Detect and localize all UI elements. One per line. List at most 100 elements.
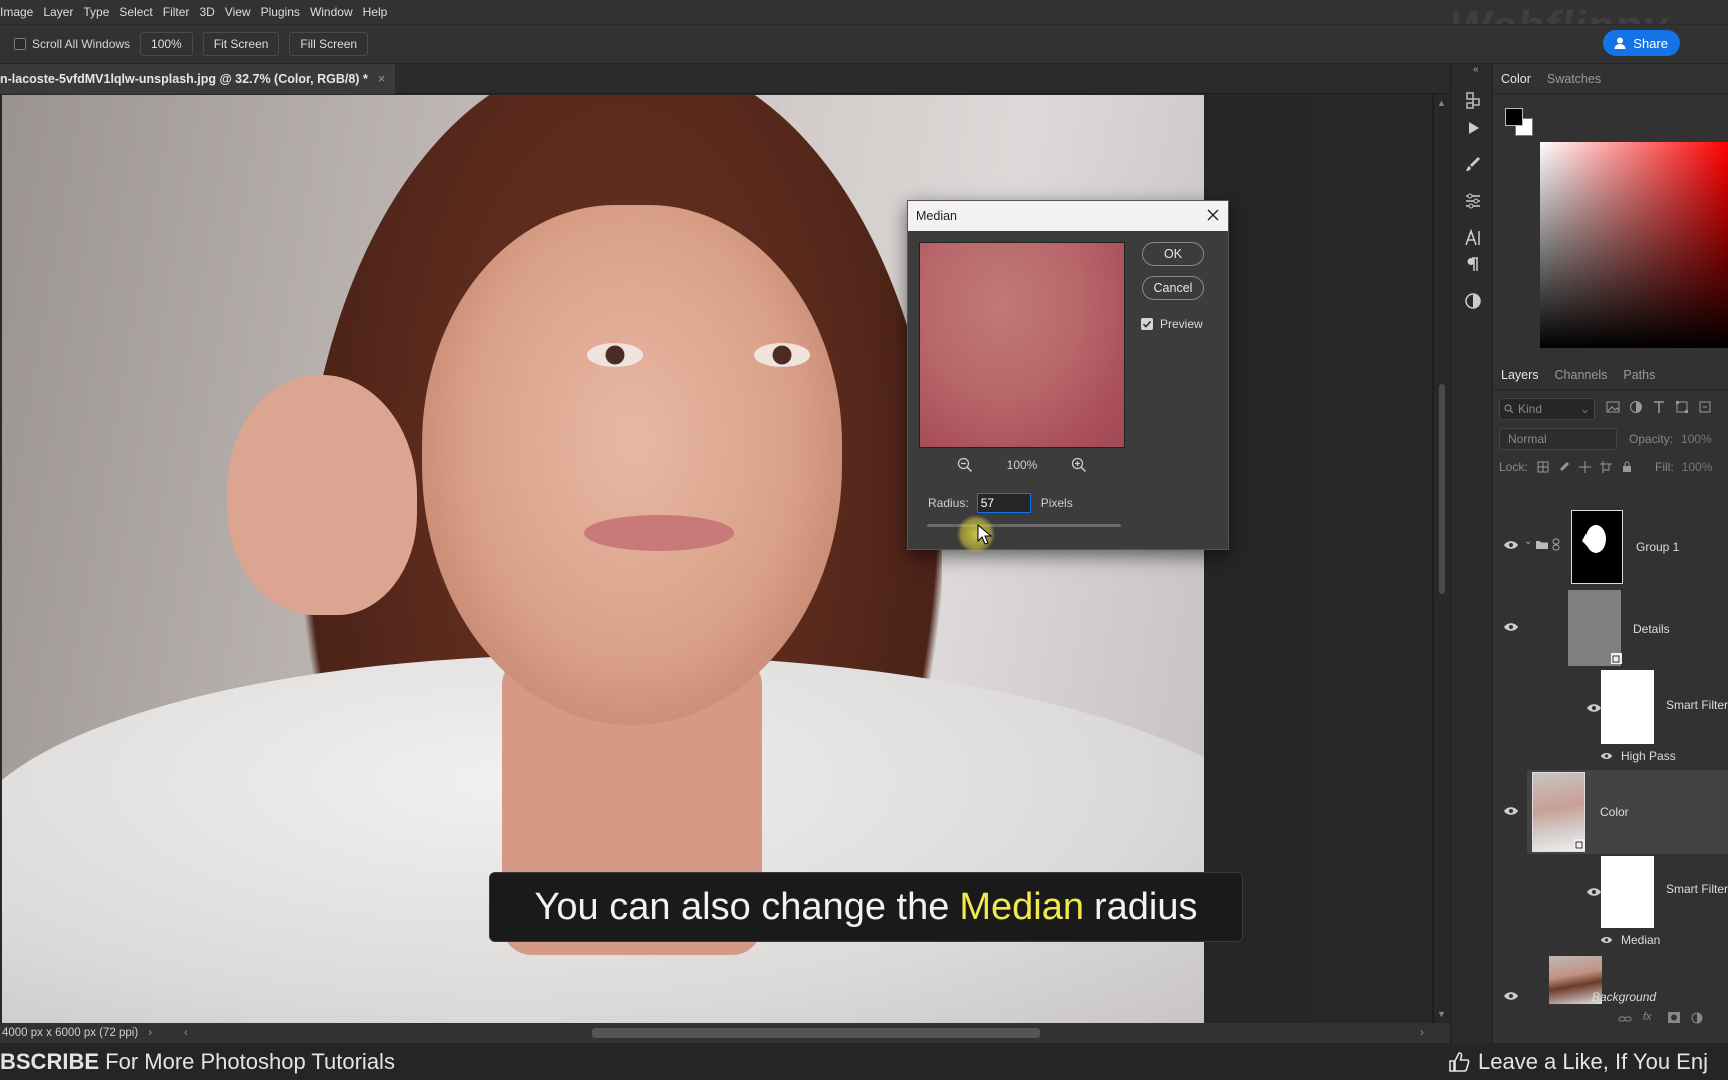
foreground-background-swatch[interactable] xyxy=(1505,108,1535,138)
fill-field[interactable]: Fill: 100% xyxy=(1655,460,1712,474)
menu-view[interactable]: View xyxy=(221,0,257,24)
adjustment-layer-filter-icon[interactable] xyxy=(1629,400,1643,414)
eye-icon[interactable] xyxy=(1600,935,1613,945)
layer-smart-filter-2[interactable]: Smart Filter xyxy=(1493,854,1728,928)
new-fill-layer-icon[interactable] xyxy=(1691,1012,1703,1024)
paragraph-icon[interactable] xyxy=(1463,254,1483,274)
lock-transparent-icon[interactable] xyxy=(1537,461,1549,473)
layer-name[interactable]: Smart Filter xyxy=(1666,698,1728,712)
eye-icon[interactable] xyxy=(1503,806,1519,816)
color-picker-field[interactable] xyxy=(1540,142,1728,348)
lock-position-icon[interactable] xyxy=(1578,461,1591,473)
layer-smart-filter[interactable]: Smart Filter xyxy=(1493,668,1728,744)
opacity-value[interactable]: 100% xyxy=(1681,432,1712,446)
chevron-right-icon[interactable]: › xyxy=(148,1027,152,1039)
pixel-layer-filter-icon[interactable] xyxy=(1606,400,1620,414)
tab-paths[interactable]: Paths xyxy=(1615,368,1663,382)
shape-layer-filter-icon[interactable] xyxy=(1675,400,1689,414)
fit-screen-button[interactable]: Fit Screen xyxy=(202,32,280,56)
layer-background[interactable]: Background xyxy=(1493,956,1728,1006)
brush-icon[interactable] xyxy=(1463,154,1483,174)
filter-median[interactable]: Median xyxy=(1493,928,1728,952)
filter-name[interactable]: Median xyxy=(1621,933,1660,947)
layer-details[interactable]: Details xyxy=(1493,586,1728,668)
dialog-titlebar[interactable]: Median xyxy=(908,201,1228,231)
eye-icon[interactable] xyxy=(1586,703,1602,713)
menu-plugins[interactable]: Plugins xyxy=(257,0,306,24)
lock-all-icon[interactable] xyxy=(1621,461,1633,473)
menu-filter[interactable]: Filter xyxy=(159,0,196,24)
layer-name[interactable]: Background xyxy=(1592,990,1656,1004)
scroll-right-icon[interactable]: › xyxy=(1420,1027,1424,1039)
scroll-left-icon[interactable]: ‹ xyxy=(184,1027,188,1039)
menu-select[interactable]: Select xyxy=(115,0,158,24)
cancel-button[interactable]: Cancel xyxy=(1142,276,1204,300)
lock-pixels-icon[interactable] xyxy=(1558,461,1570,473)
history-icon[interactable] xyxy=(1463,90,1483,110)
tab-swatches[interactable]: Swatches xyxy=(1539,72,1609,86)
layers-panel: Layers Channels Paths Kind ⌄ Normal Opac… xyxy=(1493,360,1728,1043)
layer-filter-kind[interactable]: Kind ⌄ xyxy=(1499,398,1595,420)
fill-screen-button[interactable]: Fill Screen xyxy=(289,32,369,56)
menu-type[interactable]: Type xyxy=(79,0,115,24)
layer-color[interactable]: Color xyxy=(1527,770,1728,854)
preview-checkbox[interactable]: Preview xyxy=(1141,317,1203,331)
adjustments-icon[interactable] xyxy=(1463,191,1483,211)
layer-name[interactable]: Smart Filter xyxy=(1666,882,1728,896)
layer-name[interactable]: Group 1 xyxy=(1636,540,1679,554)
filter-high-pass[interactable]: High Pass xyxy=(1493,744,1728,768)
tab-channels[interactable]: Channels xyxy=(1547,368,1616,382)
zoom-100-button[interactable]: 100% xyxy=(140,32,193,56)
layer-group-1[interactable]: ⌄ Group 1 xyxy=(1493,506,1728,586)
lock-artboard-icon[interactable] xyxy=(1599,461,1612,473)
layer-name[interactable]: Color xyxy=(1600,805,1629,819)
close-icon[interactable] xyxy=(1204,206,1222,224)
eye-icon[interactable] xyxy=(1586,887,1602,897)
zoom-in-icon[interactable] xyxy=(1071,457,1087,473)
smart-object-filter-icon[interactable] xyxy=(1698,400,1712,414)
scroll-all-windows-checkbox[interactable]: Scroll All Windows xyxy=(14,37,130,51)
eye-icon[interactable] xyxy=(1503,540,1519,550)
blend-mode-select[interactable]: Normal xyxy=(1499,428,1617,450)
layer-name[interactable]: Details xyxy=(1633,622,1670,636)
eye-icon[interactable] xyxy=(1503,622,1519,632)
chevron-down-icon[interactable]: ⌄ xyxy=(1524,536,1532,547)
foreground-color-swatch[interactable] xyxy=(1505,108,1523,126)
eye-icon[interactable] xyxy=(1503,991,1519,1001)
menu-help[interactable]: Help xyxy=(359,0,394,24)
menu-image[interactable]: Image xyxy=(0,0,39,24)
ok-button[interactable]: OK xyxy=(1142,242,1204,266)
checkmark-icon[interactable] xyxy=(1141,318,1153,330)
collapse-icon[interactable]: « xyxy=(1473,64,1479,75)
tab-layers[interactable]: Layers xyxy=(1493,368,1547,382)
scroll-up-icon[interactable]: ▲ xyxy=(1437,98,1446,108)
zoom-out-icon[interactable] xyxy=(957,457,973,473)
checkbox-box[interactable] xyxy=(14,38,26,50)
radius-input[interactable] xyxy=(976,493,1031,513)
share-button[interactable]: Share xyxy=(1603,30,1680,56)
scroll-thumb[interactable] xyxy=(1439,384,1445,594)
document-tab[interactable]: n-lacoste-5vfdMV1lqlw-unsplash.jpg @ 32.… xyxy=(0,64,396,94)
link-layers-icon[interactable] xyxy=(1618,1014,1632,1024)
photo-eye-left xyxy=(587,343,643,367)
menu-window[interactable]: Window xyxy=(306,0,359,24)
fx-icon[interactable]: fx xyxy=(1643,1011,1652,1023)
filter-name[interactable]: High Pass xyxy=(1621,749,1676,763)
type-layer-filter-icon[interactable] xyxy=(1652,400,1666,414)
menu-3d[interactable]: 3D xyxy=(195,0,220,24)
menu-layer[interactable]: Layer xyxy=(39,0,79,24)
fill-value[interactable]: 100% xyxy=(1682,460,1713,474)
filter-preview[interactable] xyxy=(919,242,1125,448)
tab-color[interactable]: Color xyxy=(1493,72,1539,86)
opacity-field[interactable]: Opacity: 100% xyxy=(1629,432,1712,446)
add-mask-icon[interactable] xyxy=(1668,1012,1680,1023)
radius-slider[interactable] xyxy=(927,524,1121,527)
close-icon[interactable]: × xyxy=(378,72,385,86)
scroll-down-icon[interactable]: ▼ xyxy=(1437,1009,1446,1019)
character-icon[interactable] xyxy=(1463,228,1483,248)
play-icon[interactable] xyxy=(1463,118,1483,138)
properties-icon[interactable] xyxy=(1463,291,1483,311)
eye-icon[interactable] xyxy=(1600,751,1613,761)
vertical-scrollbar[interactable]: ▲ ▼ xyxy=(1434,94,1450,1023)
horizontal-scroll-thumb[interactable] xyxy=(592,1028,1040,1038)
